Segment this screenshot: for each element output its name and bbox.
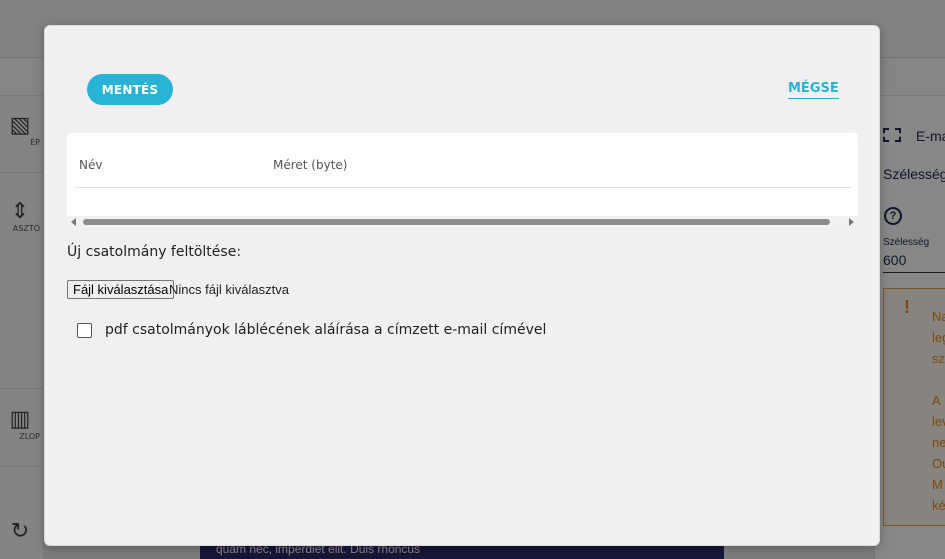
table-header-divider bbox=[75, 187, 851, 188]
cancel-button[interactable]: MÉGSE bbox=[788, 81, 839, 99]
save-button[interactable]: MENTÉS bbox=[87, 74, 173, 105]
scroll-right-icon[interactable] bbox=[849, 218, 854, 226]
sign-pdf-checkbox[interactable] bbox=[77, 323, 92, 338]
sign-pdf-checkbox-label[interactable]: pdf csatolmányok láblécének aláírása a c… bbox=[105, 322, 546, 338]
attachments-table: Név Méret (byte) bbox=[67, 133, 858, 228]
file-status: Nincs fájl kiválasztva bbox=[169, 282, 289, 297]
attachments-modal: MENTÉS MÉGSE Név Méret (byte) Új csatolm… bbox=[44, 25, 880, 546]
choose-file-button[interactable]: Fájl kiválasztása bbox=[67, 280, 175, 299]
horizontal-scrollbar[interactable] bbox=[67, 216, 858, 228]
scrollbar-thumb[interactable] bbox=[83, 219, 830, 225]
scroll-left-icon[interactable] bbox=[71, 218, 76, 226]
upload-label: Új csatolmány feltöltése: bbox=[67, 244, 242, 260]
column-header-name[interactable]: Név bbox=[79, 158, 102, 172]
column-header-size[interactable]: Méret (byte) bbox=[273, 158, 347, 172]
